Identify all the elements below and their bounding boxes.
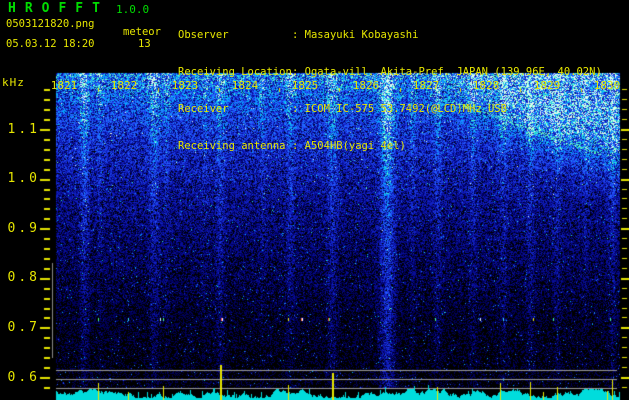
freq-tick-label-1.1: 1.1 [7,122,40,137]
time-tick-label-1825: 1825 [291,79,319,92]
app-title: HROFFT [8,1,109,16]
info-separator: : [292,66,305,79]
freq-tick-label-0.9: 0.9 [7,221,40,236]
info-value: A504HB(yagi 4el) [304,140,406,153]
time-tick-label-1827: 1827 [412,79,440,92]
datetime-label: 05.03.12 18:20 [6,38,95,50]
time-tick-label-1826: 1826 [352,79,380,92]
time-tick-label-1824: 1824 [231,79,259,92]
time-tick-label-1821: 1821 [50,79,78,92]
time-tick-label-1823: 1823 [171,79,199,92]
freq-tick-label-0.6: 0.6 [7,370,40,385]
info-separator: : [292,140,305,153]
time-tick-label-1829: 1829 [533,79,561,92]
hrofft-output: HROFFT 1.0.0 0503121820.png meteor 05.03… [0,0,629,400]
freq-tick-label-1.0: 1.0 [7,171,40,186]
time-tick-label-1822: 1822 [110,79,138,92]
info-value: ICOM IC-575 53.7492(@LCD)MHz USB [304,103,507,116]
time-tick-label-1830: 1830 [593,79,621,92]
freq-tick-label-0.7: 0.7 [7,320,40,335]
info-label: Receiving Location [178,66,292,79]
info-label: Observer [178,28,229,41]
info-row-receiver: Receiver: ICOM IC-575 53.7492(@LCD)MHz U… [178,103,602,115]
info-row-observer: Observer: Masayuki Kobayashi [178,29,602,41]
info-row-receiving-location: Receiving Location: Ogata-vill. Akita-Pr… [178,66,602,78]
info-value: Masayuki Kobayashi [304,28,419,41]
app-version: 1.0.0 [116,3,150,16]
mode-label: meteor [123,26,161,38]
echo-count: 13 [138,38,151,50]
info-row-receiving-antenna: Receiving antenna: A504HB(yagi 4el) [178,140,602,152]
output-filename: 0503121820.png [6,18,95,30]
info-separator: : [292,28,305,41]
freq-tick-label-0.8: 0.8 [7,270,40,285]
info-label: Receiving antenna [178,140,286,153]
info-label: Receiver [178,103,229,116]
frequency-unit-label: kHz [2,76,25,89]
info-value: Ogata-vill. Akita-Pref. JAPAN (139.96E, … [304,66,602,79]
time-tick-label-1828: 1828 [472,79,500,92]
info-separator: : [292,103,305,116]
